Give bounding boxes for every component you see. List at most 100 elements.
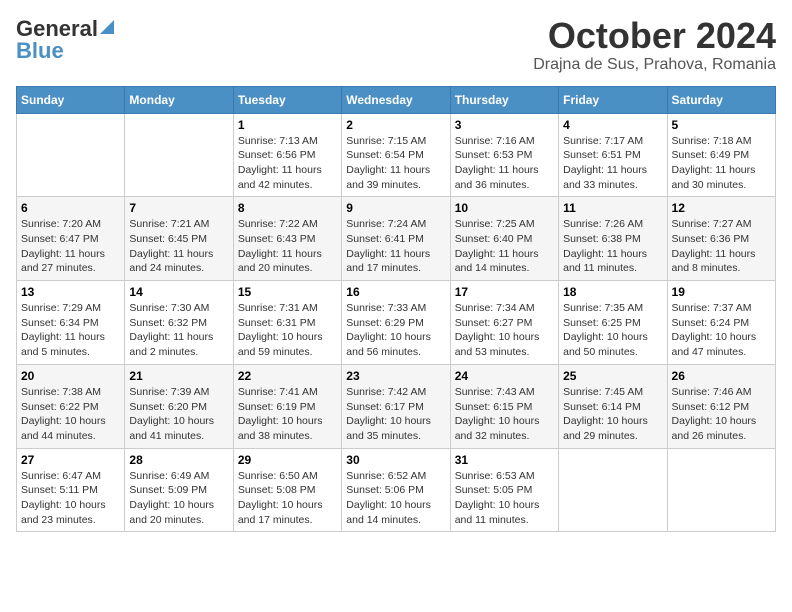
- day-number: 13: [21, 285, 120, 299]
- calendar-cell: [125, 113, 233, 197]
- calendar-cell: 30 Sunrise: 6:52 AM Sunset: 5:06 PM Dayli…: [342, 448, 450, 532]
- day-info: Sunrise: 7:24 AM Sunset: 6:41 PM Dayligh…: [346, 217, 445, 276]
- column-header-wednesday: Wednesday: [342, 86, 450, 113]
- calendar-cell: 8 Sunrise: 7:22 AM Sunset: 6:43 PM Daylig…: [233, 197, 341, 281]
- day-number: 3: [455, 118, 554, 132]
- day-info: Sunrise: 6:47 AM Sunset: 5:11 PM Dayligh…: [21, 469, 120, 528]
- day-info: Sunrise: 7:21 AM Sunset: 6:45 PM Dayligh…: [129, 217, 228, 276]
- calendar-cell: 27 Sunrise: 6:47 AM Sunset: 5:11 PM Dayli…: [17, 448, 125, 532]
- day-info: Sunrise: 6:50 AM Sunset: 5:08 PM Dayligh…: [238, 469, 337, 528]
- day-number: 31: [455, 453, 554, 467]
- logo-arrow-icon: [100, 20, 114, 34]
- day-number: 10: [455, 201, 554, 215]
- calendar-cell: 18 Sunrise: 7:35 AM Sunset: 6:25 PM Dayli…: [559, 281, 667, 365]
- calendar-cell: 5 Sunrise: 7:18 AM Sunset: 6:49 PM Daylig…: [667, 113, 775, 197]
- day-info: Sunrise: 7:30 AM Sunset: 6:32 PM Dayligh…: [129, 301, 228, 360]
- day-number: 12: [672, 201, 771, 215]
- day-number: 1: [238, 118, 337, 132]
- day-number: 27: [21, 453, 120, 467]
- day-info: Sunrise: 7:25 AM Sunset: 6:40 PM Dayligh…: [455, 217, 554, 276]
- day-info: Sunrise: 6:52 AM Sunset: 5:06 PM Dayligh…: [346, 469, 445, 528]
- day-info: Sunrise: 7:26 AM Sunset: 6:38 PM Dayligh…: [563, 217, 662, 276]
- day-number: 30: [346, 453, 445, 467]
- calendar-cell: 10 Sunrise: 7:25 AM Sunset: 6:40 PM Dayli…: [450, 197, 558, 281]
- column-header-tuesday: Tuesday: [233, 86, 341, 113]
- day-info: Sunrise: 7:27 AM Sunset: 6:36 PM Dayligh…: [672, 217, 771, 276]
- calendar-cell: 1 Sunrise: 7:13 AM Sunset: 6:56 PM Daylig…: [233, 113, 341, 197]
- day-number: 15: [238, 285, 337, 299]
- calendar-cell: 16 Sunrise: 7:33 AM Sunset: 6:29 PM Dayli…: [342, 281, 450, 365]
- calendar-week-row: 13Sunrise: 7:29 AM Sunset: 6:34 PM Dayli…: [17, 281, 776, 365]
- page-header: General Blue October 2024 Drajna de Sus,…: [16, 16, 776, 74]
- title-block: October 2024 Drajna de Sus, Prahova, Rom…: [533, 16, 776, 74]
- day-info: Sunrise: 7:15 AM Sunset: 6:54 PM Dayligh…: [346, 134, 445, 193]
- day-info: Sunrise: 7:18 AM Sunset: 6:49 PM Dayligh…: [672, 134, 771, 193]
- day-number: 16: [346, 285, 445, 299]
- calendar-week-row: 20 Sunrise: 7:38 AM Sunset: 6:22 PM Dayli…: [17, 364, 776, 448]
- calendar-week-row: 6 Sunrise: 7:20 AM Sunset: 6:47 PM Daylig…: [17, 197, 776, 281]
- column-header-monday: Monday: [125, 86, 233, 113]
- day-number: 23: [346, 369, 445, 383]
- column-header-friday: Friday: [559, 86, 667, 113]
- day-info: Sunrise: 7:22 AM Sunset: 6:43 PM Dayligh…: [238, 217, 337, 276]
- day-info: Sunrise: 7:38 AM Sunset: 6:22 PM Dayligh…: [21, 385, 120, 444]
- day-info: Sunrise: 7:41 AM Sunset: 6:19 PM Dayligh…: [238, 385, 337, 444]
- day-info: Sunrise: 7:39 AM Sunset: 6:20 PM Dayligh…: [129, 385, 228, 444]
- day-info: Sunrise: 6:49 AM Sunset: 5:09 PM Dayligh…: [129, 469, 228, 528]
- day-number: 5: [672, 118, 771, 132]
- day-number: 9: [346, 201, 445, 215]
- day-info: Sunrise: 7:33 AM Sunset: 6:29 PM Dayligh…: [346, 301, 445, 360]
- day-info: Sunrise: 7:37 AM Sunset: 6:24 PM Dayligh…: [672, 301, 771, 360]
- day-number: 2: [346, 118, 445, 132]
- calendar-cell: 12 Sunrise: 7:27 AM Sunset: 6:36 PM Dayli…: [667, 197, 775, 281]
- day-info: Sunrise: 7:34 AM Sunset: 6:27 PM Dayligh…: [455, 301, 554, 360]
- day-number: 19: [672, 285, 771, 299]
- day-number: 22: [238, 369, 337, 383]
- calendar-cell: 22 Sunrise: 7:41 AM Sunset: 6:19 PM Dayli…: [233, 364, 341, 448]
- calendar-cell: 3 Sunrise: 7:16 AM Sunset: 6:53 PM Daylig…: [450, 113, 558, 197]
- day-info: Sunrise: 7:35 AM Sunset: 6:25 PM Dayligh…: [563, 301, 662, 360]
- calendar-cell: [17, 113, 125, 197]
- calendar-cell: 14Sunrise: 7:30 AM Sunset: 6:32 PM Dayli…: [125, 281, 233, 365]
- day-number: 20: [21, 369, 120, 383]
- calendar-table: SundayMondayTuesdayWednesdayThursdayFrid…: [16, 86, 776, 533]
- calendar-cell: 7 Sunrise: 7:21 AM Sunset: 6:45 PM Daylig…: [125, 197, 233, 281]
- calendar-cell: 2 Sunrise: 7:15 AM Sunset: 6:54 PM Daylig…: [342, 113, 450, 197]
- month-title: October 2024: [533, 16, 776, 56]
- day-info: Sunrise: 7:43 AM Sunset: 6:15 PM Dayligh…: [455, 385, 554, 444]
- calendar-cell: 9 Sunrise: 7:24 AM Sunset: 6:41 PM Daylig…: [342, 197, 450, 281]
- calendar-cell: 17 Sunrise: 7:34 AM Sunset: 6:27 PM Dayli…: [450, 281, 558, 365]
- day-number: 6: [21, 201, 120, 215]
- calendar-cell: 23Sunrise: 7:42 AM Sunset: 6:17 PM Dayli…: [342, 364, 450, 448]
- column-header-sunday: Sunday: [17, 86, 125, 113]
- day-number: 8: [238, 201, 337, 215]
- day-info: Sunrise: 6:53 AM Sunset: 5:05 PM Dayligh…: [455, 469, 554, 528]
- calendar-cell: 24Sunrise: 7:43 AM Sunset: 6:15 PM Dayli…: [450, 364, 558, 448]
- calendar-cell: 11Sunrise: 7:26 AM Sunset: 6:38 PM Dayli…: [559, 197, 667, 281]
- calendar-cell: 21 Sunrise: 7:39 AM Sunset: 6:20 PM Dayli…: [125, 364, 233, 448]
- day-info: Sunrise: 7:17 AM Sunset: 6:51 PM Dayligh…: [563, 134, 662, 193]
- calendar-cell: 4 Sunrise: 7:17 AM Sunset: 6:51 PM Daylig…: [559, 113, 667, 197]
- day-number: 21: [129, 369, 228, 383]
- column-header-saturday: Saturday: [667, 86, 775, 113]
- calendar-cell: 26Sunrise: 7:46 AM Sunset: 6:12 PM Dayli…: [667, 364, 775, 448]
- day-info: Sunrise: 7:20 AM Sunset: 6:47 PM Dayligh…: [21, 217, 120, 276]
- calendar-header-row: SundayMondayTuesdayWednesdayThursdayFrid…: [17, 86, 776, 113]
- calendar-cell: 28 Sunrise: 6:49 AM Sunset: 5:09 PM Dayli…: [125, 448, 233, 532]
- day-number: 25: [563, 369, 662, 383]
- day-number: 17: [455, 285, 554, 299]
- day-info: Sunrise: 7:46 AM Sunset: 6:12 PM Dayligh…: [672, 385, 771, 444]
- calendar-cell: 20 Sunrise: 7:38 AM Sunset: 6:22 PM Dayli…: [17, 364, 125, 448]
- calendar-cell: 25Sunrise: 7:45 AM Sunset: 6:14 PM Dayli…: [559, 364, 667, 448]
- calendar-cell: 13Sunrise: 7:29 AM Sunset: 6:34 PM Dayli…: [17, 281, 125, 365]
- day-info: Sunrise: 7:16 AM Sunset: 6:53 PM Dayligh…: [455, 134, 554, 193]
- calendar-cell: [667, 448, 775, 532]
- day-number: 28: [129, 453, 228, 467]
- calendar-cell: 19 Sunrise: 7:37 AM Sunset: 6:24 PM Dayli…: [667, 281, 775, 365]
- day-number: 7: [129, 201, 228, 215]
- day-number: 4: [563, 118, 662, 132]
- column-header-thursday: Thursday: [450, 86, 558, 113]
- day-number: 18: [563, 285, 662, 299]
- calendar-week-row: 27 Sunrise: 6:47 AM Sunset: 5:11 PM Dayli…: [17, 448, 776, 532]
- day-info: Sunrise: 7:13 AM Sunset: 6:56 PM Dayligh…: [238, 134, 337, 193]
